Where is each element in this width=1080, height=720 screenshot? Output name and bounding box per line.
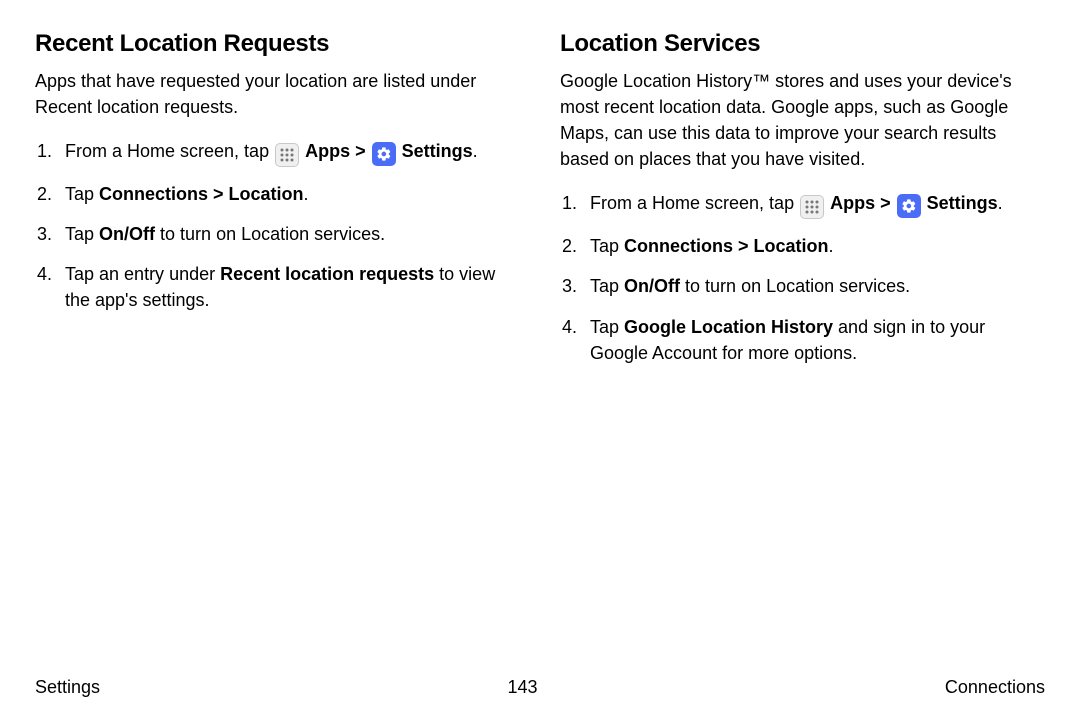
step-suffix: . [304,184,309,204]
right-step-2: Tap Connections > Location. [560,233,1045,259]
step-text: Tap [590,236,624,256]
apps-icon [275,143,299,167]
step-bold: Recent location requests [220,264,434,284]
right-step-3: Tap On/Off to turn on Location services. [560,273,1045,299]
apps-label: Apps [305,141,350,161]
right-step-1: From a Home screen, tap Apps > Settings. [560,190,1045,219]
step-suffix: to turn on Location services. [155,224,385,244]
step-suffix: . [998,193,1003,213]
footer-page-number: 143 [507,677,537,698]
right-column: Location Services Google Location Histor… [560,30,1045,380]
step-text: Tap [65,184,99,204]
step-suffix: to turn on Location services. [680,276,910,296]
step-bold: Connections > Location [99,184,304,204]
left-step-2: Tap Connections > Location. [35,181,520,207]
page-footer: Settings 143 Connections [35,677,1045,698]
step-text: Tap [590,276,624,296]
step-bold: On/Off [624,276,680,296]
apps-label: Apps [830,193,875,213]
footer-left: Settings [35,677,100,698]
step-text: From a Home screen, tap [65,141,274,161]
step-suffix: . [829,236,834,256]
step-text: From a Home screen, tap [590,193,799,213]
left-steps: From a Home screen, tap Apps > Settings.… [35,138,520,313]
left-heading: Recent Location Requests [35,30,520,58]
right-heading: Location Services [560,30,1045,58]
left-step-1: From a Home screen, tap Apps > Settings. [35,138,520,167]
step-text: Tap [65,224,99,244]
chevron: > [350,141,371,161]
left-column: Recent Location Requests Apps that have … [35,30,520,380]
step-bold: Connections > Location [624,236,829,256]
left-step-3: Tap On/Off to turn on Location services. [35,221,520,247]
settings-icon [372,142,396,166]
right-step-4: Tap Google Location History and sign in … [560,314,1045,366]
footer-right: Connections [945,677,1045,698]
step-suffix: . [473,141,478,161]
apps-icon [800,195,824,219]
step-bold: On/Off [99,224,155,244]
right-steps: From a Home screen, tap Apps > Settings.… [560,190,1045,365]
right-intro: Google Location History™ stores and uses… [560,68,1045,172]
step-text: Tap an entry under [65,264,220,284]
left-intro: Apps that have requested your location a… [35,68,520,120]
left-step-4: Tap an entry under Recent location reque… [35,261,520,313]
settings-icon [897,194,921,218]
step-bold: Google Location History [624,317,833,337]
step-text: Tap [590,317,624,337]
settings-label: Settings [402,141,473,161]
chevron: > [875,193,896,213]
settings-label: Settings [927,193,998,213]
